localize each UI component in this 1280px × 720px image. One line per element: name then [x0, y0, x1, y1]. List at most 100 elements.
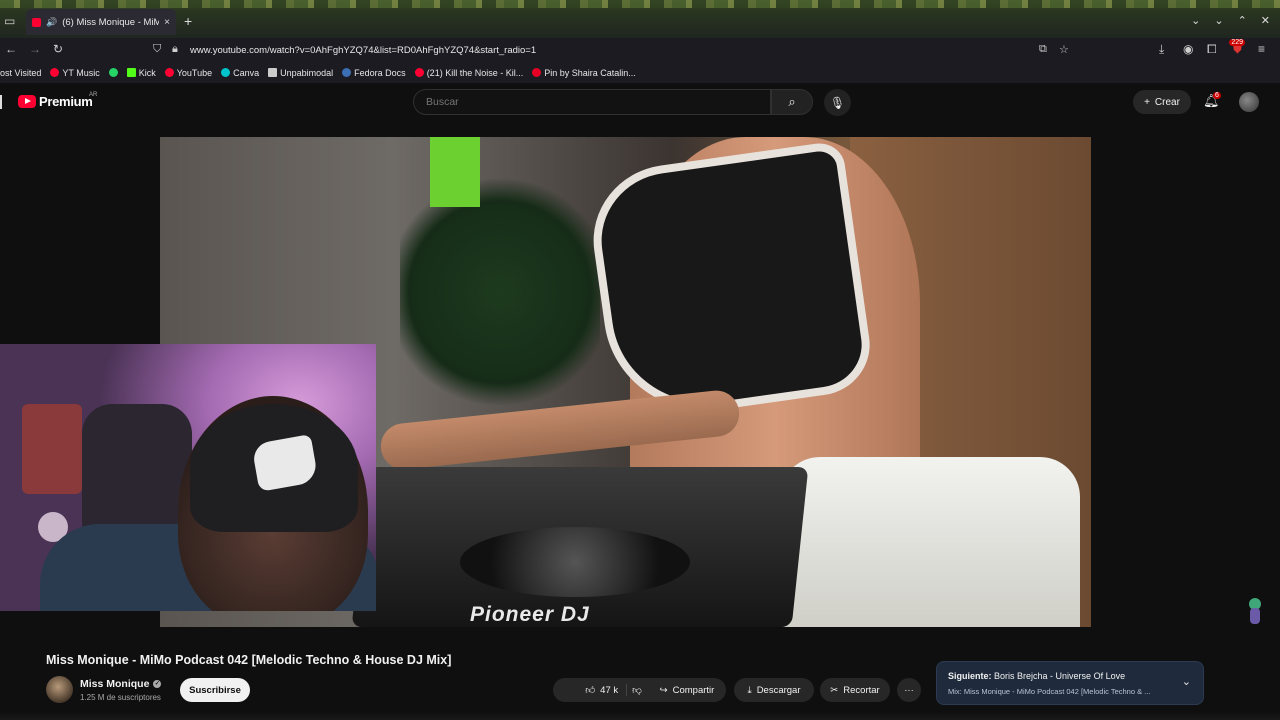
subscriber-count: 1.25 M de suscriptores [80, 693, 161, 702]
webcam-background-shelf [22, 404, 82, 494]
like-button[interactable]: 👍︎ 47 k [585, 684, 628, 696]
bookmark-most-visited[interactable]: ost Visited [0, 68, 41, 78]
download-label: Descargar [756, 684, 801, 696]
youtube-favicon-icon [32, 17, 41, 27]
downloads-icon[interactable]: ⤓ [1159, 42, 1164, 57]
notifications-badge: 6 [1213, 92, 1221, 99]
pinterest-icon [532, 68, 542, 77]
bookmark-yt-music[interactable]: YT Music [50, 68, 100, 78]
download-icon: ⤓ [747, 684, 752, 696]
tab-list-icon[interactable]: ▭ [4, 14, 18, 28]
account-icon[interactable]: ◉ [1183, 42, 1193, 56]
create-label: Crear [1154, 96, 1180, 108]
scissors-icon: ✂ [830, 684, 839, 696]
new-tab-button[interactable]: + [184, 14, 192, 28]
chevron-down-icon[interactable]: ⌄ [1182, 675, 1191, 688]
video-green-detail [430, 137, 480, 207]
thumbs-down-icon: 👎︎ [632, 685, 642, 696]
bookmark-canva[interactable]: Canva [221, 68, 259, 78]
url-text[interactable]: www.youtube.com/watch?v=0AhFghYZQ74&list… [190, 45, 536, 56]
video-brand-text: Pioneer DJ [470, 603, 590, 626]
webcam-overlay [0, 344, 376, 611]
up-next-title: Boris Brejcha - Universe Of Love [994, 671, 1126, 681]
canva-icon [221, 68, 231, 77]
window-maximize-chevron-icon[interactable]: ⌃ [1238, 14, 1247, 27]
yt-music-icon [50, 68, 60, 77]
window-close-icon[interactable]: ✕ [1261, 14, 1270, 27]
voice-search-button[interactable]: 🎙︎ [824, 89, 851, 116]
bookmark-unpabimodal[interactable]: Unpabimodal [268, 68, 333, 78]
search-button[interactable]: ⌕ [771, 89, 813, 115]
create-button[interactable]: + Crear [1133, 90, 1191, 114]
page-bottom-edge [0, 712, 1280, 720]
video-christmas-tree [400, 177, 600, 407]
dislike-button[interactable]: 👎︎ [632, 684, 642, 696]
more-actions-button[interactable]: ··· [897, 678, 921, 702]
download-button[interactable]: ⤓ Descargar [734, 678, 814, 702]
share-button[interactable]: ↪ Compartir [648, 678, 726, 702]
youtube-play-logo-icon [18, 95, 36, 108]
video-title: Miss Monique - MiMo Podcast 042 [Melodic… [46, 653, 452, 667]
tab-title: (6) Miss Monique - MiMo [62, 16, 160, 28]
thumbs-up-icon: 👍︎ [585, 685, 596, 696]
extension-badge: 229 [1229, 39, 1245, 46]
address-bar[interactable]: ⛉ 🔒︎ www.youtube.com/watch?v=0AhFghYZQ74… [148, 40, 1076, 60]
bookmark-youtube[interactable]: YouTube [164, 68, 212, 78]
verified-check-icon: ✓ [153, 680, 162, 688]
logo-text: Premium [39, 94, 93, 109]
bookmark-kill-the-noise[interactable]: (21) Kill the Noise - Kil... [414, 68, 523, 78]
search-icon: ⌕ [788, 94, 796, 109]
picture-in-picture-icon[interactable]: ⧉ [1039, 43, 1047, 56]
channel-name-link[interactable]: Miss Monique ✓ [80, 678, 162, 690]
channel-name[interactable]: Miss Monique [80, 678, 149, 690]
audio-playing-icon[interactable]: 🔊 [46, 17, 57, 28]
channel-avatar[interactable] [46, 676, 73, 703]
bookmark-pinterest[interactable]: Pin by Shaira Catalin... [532, 68, 636, 78]
window-controls: ⌄ ⌄ ⌃ ✕ [1191, 14, 1270, 27]
bookmarks-bar: ost Visited YT Music Kick YouTube Canva … [0, 62, 1280, 83]
youtube-premium-logo[interactable]: Premium [18, 94, 93, 109]
up-next-card[interactable]: Siguiente: Boris Brejcha - Universe Of L… [936, 661, 1204, 705]
up-next-title-line: Siguiente: Boris Brejcha - Universe Of L… [948, 671, 1125, 681]
clip-label: Recortar [843, 684, 880, 696]
kick-icon [126, 68, 136, 77]
microphone-icon: 🎙︎ [829, 95, 846, 110]
share-label: Compartir [672, 684, 715, 696]
youtube-masthead: Premium AR ⌕ 🎙︎ + Crear 🔔︎ 6 [0, 83, 1280, 121]
share-arrow-icon: ↪ [659, 684, 668, 696]
bookmark-kick[interactable]: Kick [126, 68, 156, 78]
subscribe-button[interactable]: Suscribirse [180, 678, 250, 702]
search-input[interactable] [426, 96, 561, 108]
clip-button[interactable]: ✂ Recortar [820, 678, 890, 702]
side-sticker-icon [1249, 598, 1261, 624]
browser-tab-strip: ▭ 🔊 (6) Miss Monique - MiMo × + ⌄ ⌄ ⌃ ✕ [0, 0, 1280, 38]
back-arrow-icon[interactable]: ← [5, 42, 17, 56]
fedora-icon [342, 68, 352, 77]
country-code: AR [89, 92, 98, 98]
account-avatar[interactable] [1239, 92, 1259, 112]
menu-hamburger-icon[interactable]: ≡ [1258, 42, 1265, 56]
forward-arrow-icon[interactable]: → [29, 42, 41, 56]
browser-tab-active[interactable]: 🔊 (6) Miss Monique - MiMo × [26, 9, 176, 35]
window-minimize-chevron-icon[interactable]: ⌄ [1214, 14, 1223, 27]
tab-overflow-chevron-icon[interactable]: ⌄ [1191, 14, 1200, 27]
youtube-icon [164, 68, 174, 77]
reload-icon[interactable]: ↻ [53, 42, 63, 56]
lock-icon[interactable]: 🔒︎ [172, 43, 178, 56]
extensions-puzzle-icon[interactable]: ⧠ [1207, 42, 1217, 57]
up-next-playlist: Mix: Miss Monique - MiMo Podcast 042 [Me… [948, 687, 1151, 696]
search-box[interactable] [413, 89, 771, 115]
plus-icon: + [1144, 96, 1150, 108]
youtube-icon [414, 68, 424, 77]
whatsapp-icon [108, 68, 118, 77]
browser-navigation-bar: ← → ↻ ⛉ 🔒︎ www.youtube.com/watch?v=0AhFg… [0, 38, 1280, 62]
more-dots-icon: ··· [904, 684, 914, 696]
bookmark-whatsapp[interactable] [108, 68, 118, 77]
bookmark-fedora-docs[interactable]: Fedora Docs [342, 68, 406, 78]
bookmark-star-icon[interactable]: ☆ [1059, 43, 1069, 56]
tab-close-icon[interactable]: × [164, 17, 170, 28]
video-dj-skirt [780, 457, 1080, 627]
guide-menu-icon[interactable] [0, 95, 4, 109]
up-next-label: Siguiente: [948, 671, 992, 681]
shield-icon[interactable]: ⛉ [153, 43, 161, 56]
